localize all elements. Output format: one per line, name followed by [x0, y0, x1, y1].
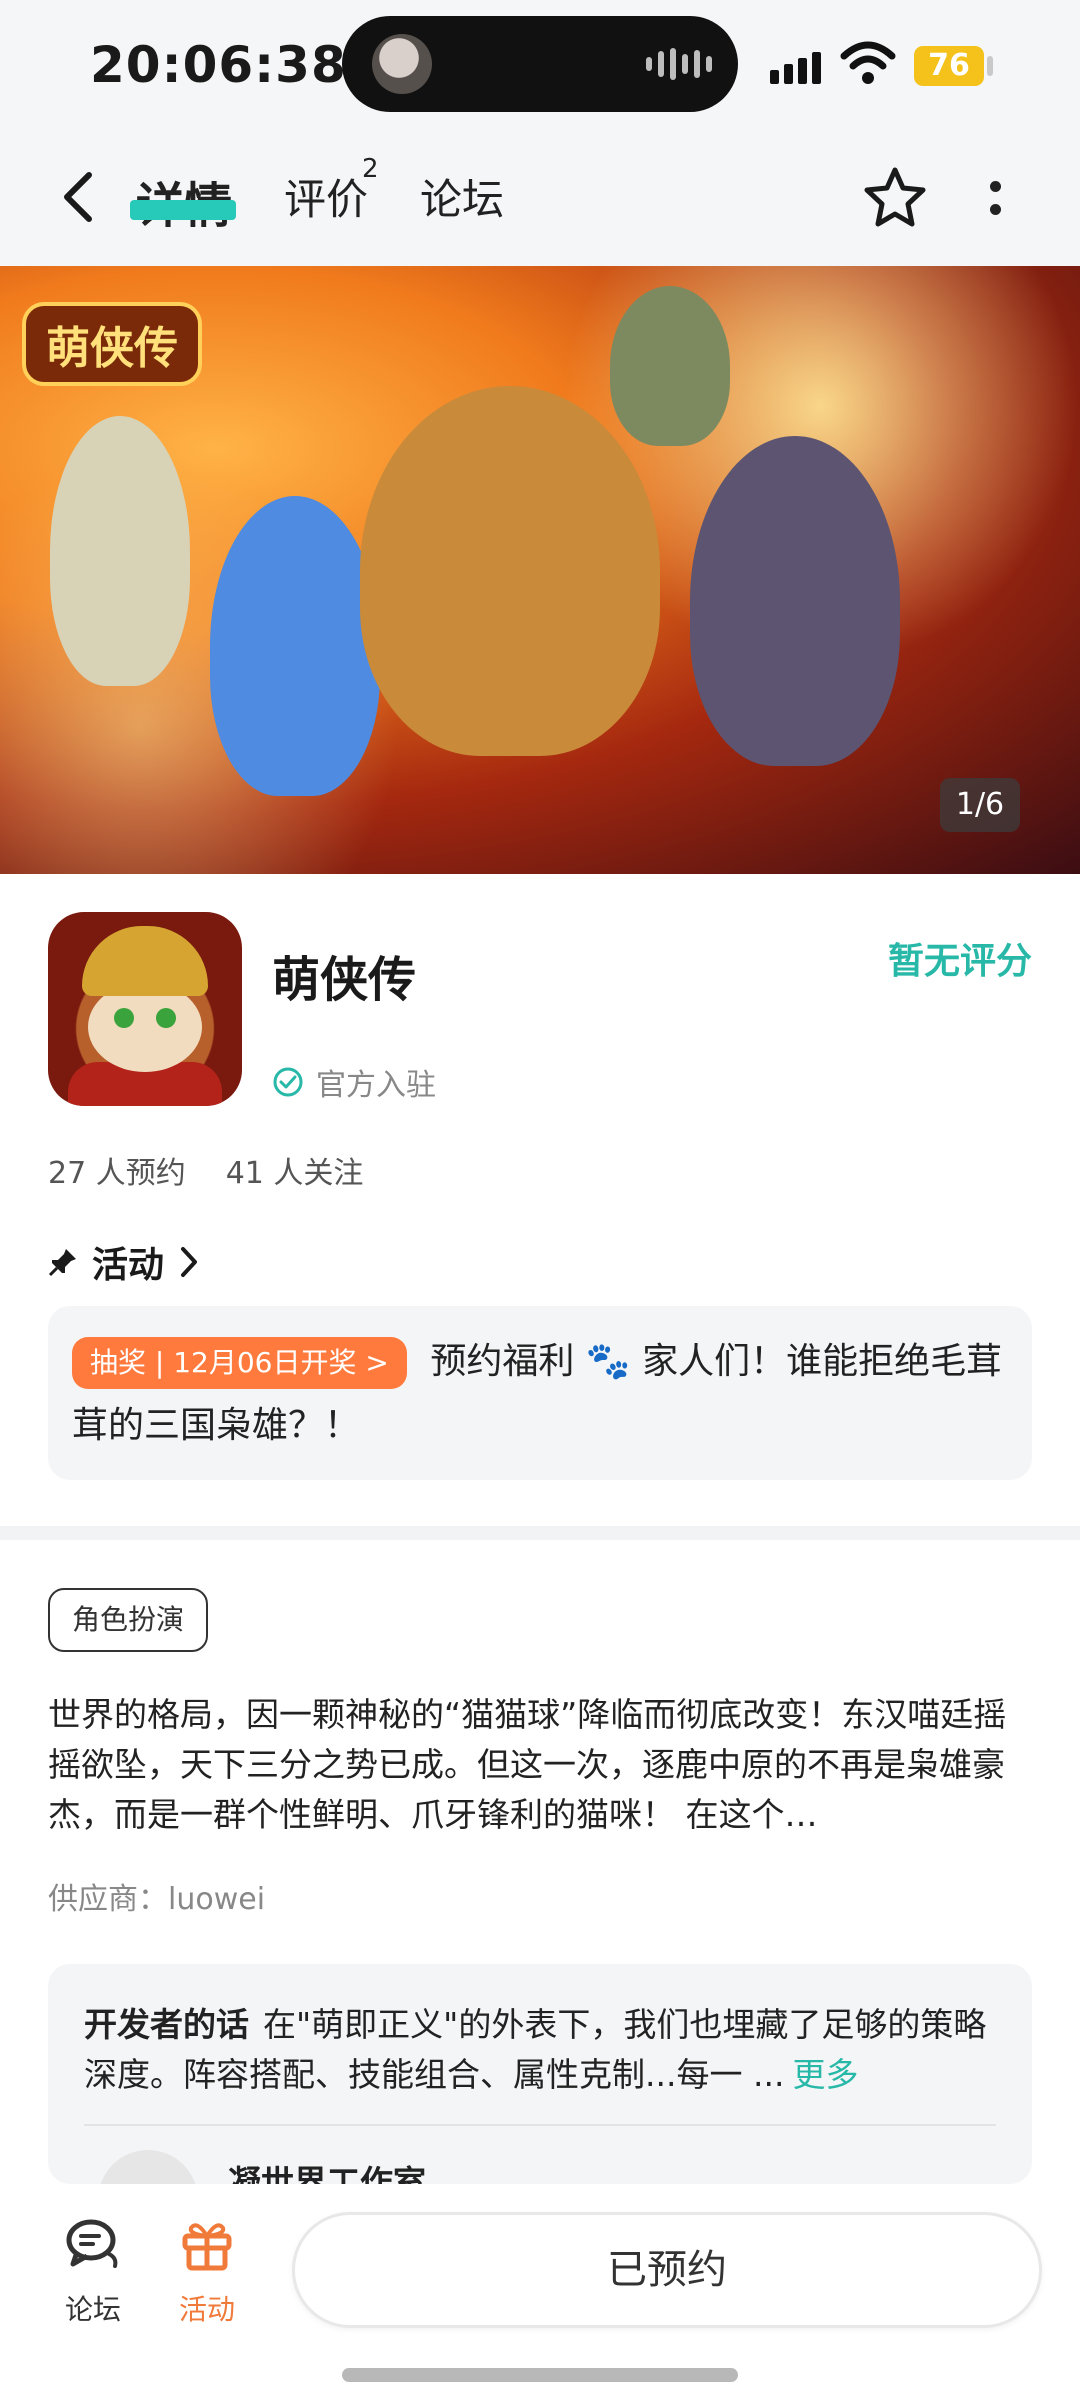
- reserved-button[interactable]: 已预约: [292, 2212, 1042, 2328]
- activity-header[interactable]: 活动: [48, 1236, 200, 1288]
- reservation-count: 27 人预约: [48, 1156, 186, 1191]
- game-stats: 27 人预约 41 人关注: [48, 1148, 363, 1192]
- tab-forum[interactable]: 论坛: [420, 166, 504, 227]
- status-bar: 20:06:38 76: [0, 0, 1080, 130]
- game-logo: 萌侠传: [22, 302, 202, 386]
- more-link[interactable]: 更多: [792, 2055, 858, 2094]
- character-illustration: [210, 496, 380, 796]
- gift-icon: [182, 2223, 232, 2271]
- tab-review[interactable]: 评价: [284, 166, 368, 227]
- genre-tag[interactable]: 角色扮演: [48, 1588, 209, 1652]
- studio-name[interactable]: 凝世界工作室: [228, 2156, 426, 2184]
- paw-icon: 🐾: [585, 1341, 631, 1382]
- section-divider: [0, 1526, 1080, 1540]
- bottom-action-bar: 论坛 活动 已预约: [0, 2184, 1080, 2400]
- activity-card[interactable]: 抽奖 | 12月06日开奖 > 预约福利 🐾 家人们！谁能拒绝毛茸茸的三国枭雄？…: [48, 1306, 1032, 1480]
- status-time: 20:06:38: [90, 36, 347, 94]
- back-button[interactable]: [48, 160, 108, 234]
- more-options-button[interactable]: [970, 168, 1020, 228]
- review-count-badge: 2: [362, 154, 379, 184]
- activity-title: 预约福利: [430, 1341, 575, 1382]
- dot-icon: [989, 204, 1001, 215]
- character-illustration: [360, 386, 660, 756]
- studio-avatar[interactable]: [98, 2150, 198, 2184]
- activity-nav-label: 活动: [178, 2293, 235, 2326]
- top-nav: 详情 评价 2 论坛: [0, 130, 1080, 266]
- developer-note-label: 开发者的话: [84, 2005, 249, 2044]
- pin-icon: [48, 1249, 76, 1277]
- activity-heading: 活动: [92, 1245, 165, 1286]
- character-illustration: [610, 286, 730, 446]
- battery-indicator: 76: [914, 46, 984, 86]
- media-avatar: [372, 34, 432, 94]
- character-illustration: [690, 436, 900, 766]
- rating-text[interactable]: 暂无评分: [888, 932, 1032, 984]
- game-title: 萌侠传: [272, 952, 417, 1008]
- divider: [84, 2124, 996, 2126]
- supplier-label: 供应商：luowei: [48, 1882, 266, 1917]
- chevron-left-icon: [64, 172, 92, 222]
- carousel-counter: 1/6: [940, 778, 1020, 832]
- verified-check-icon: [273, 1067, 303, 1097]
- favorite-button[interactable]: [858, 160, 932, 234]
- developer-note: 开发者的话 在"萌即正义"的外表下，我们也埋藏了足够的策略深度。阵容搭配、技能组合…: [84, 2000, 1004, 2100]
- dynamic-island[interactable]: [342, 16, 738, 112]
- signal-icon: [770, 46, 821, 84]
- active-tab-indicator: [130, 200, 236, 220]
- game-icon: [48, 912, 242, 1106]
- activity-nav-button[interactable]: 活动: [152, 2214, 262, 2328]
- forum-nav-label: 论坛: [64, 2293, 121, 2326]
- forum-nav-button[interactable]: 论坛: [38, 2214, 148, 2328]
- wifi-icon: [840, 41, 896, 84]
- game-description[interactable]: 世界的格局，因一颗神秘的“猫猫球”降临而彻底改变！东汉喵廷摇摇欲坠，天下三分之势…: [48, 1690, 1032, 1840]
- chat-bubble-icon: [66, 2219, 118, 2268]
- lottery-pill[interactable]: 抽奖 | 12月06日开奖 >: [72, 1337, 407, 1389]
- dot-icon: [989, 181, 1001, 192]
- official-label: 官方入驻: [316, 1068, 436, 1103]
- official-badge: 官方入驻: [272, 1060, 436, 1104]
- battery-tip: [987, 56, 993, 76]
- audio-wave-icon: [646, 48, 712, 80]
- follower-count: 41 人关注: [225, 1156, 364, 1191]
- developer-note-card[interactable]: 开发者的话 在"萌即正义"的外表下，我们也埋藏了足够的策略深度。阵容搭配、技能组合…: [48, 1964, 1032, 2184]
- chevron-right-icon: [181, 1247, 198, 1277]
- screenshot-carousel[interactable]: 萌侠传 1/6: [0, 266, 1080, 874]
- home-indicator[interactable]: [342, 2368, 738, 2382]
- character-illustration: [50, 416, 190, 686]
- star-icon: [864, 167, 926, 227]
